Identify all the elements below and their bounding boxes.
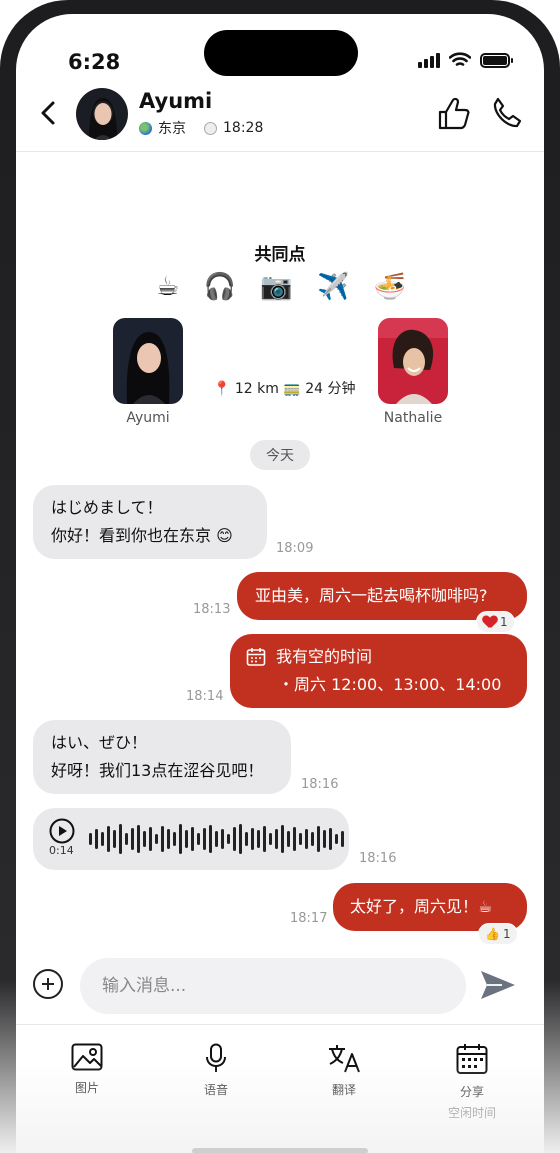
contact-location: 东京 (158, 121, 186, 137)
status-icons (418, 52, 513, 68)
reaction-count: 1 (502, 927, 511, 941)
reaction-badge[interactable]: 👍 1 (478, 923, 518, 945)
microphone-icon (206, 1043, 226, 1072)
common-interests-title: 共同点 (254, 245, 306, 265)
message-text: 亚由美，周六一起去喝杯咖啡吗? (255, 586, 488, 605)
message-text: 你好！看到你也在东京 😊 (51, 526, 233, 545)
voice-button[interactable]: 语音 (171, 1043, 261, 1098)
photo-button[interactable]: 图片 (42, 1043, 132, 1096)
contact-local-time: 18:28 (223, 120, 264, 136)
chat-header: Ayumi 东京 18:28 (16, 84, 544, 152)
availability-card[interactable]: 我有空的时间 ・周六 12:00、13:00、14:00 (230, 634, 527, 708)
message-timestamp: 18:16 (301, 777, 339, 792)
message-text: はじめまして！ (51, 498, 163, 517)
dynamic-island (204, 30, 358, 76)
message-bubble-incoming[interactable]: はい、ぜひ！ 好呀！我们13点在涩谷见吧！ (33, 720, 291, 794)
share-free-time-button[interactable]: 分享 空闲时间 (427, 1043, 517, 1121)
wifi-icon (449, 52, 471, 66)
contact-avatar[interactable] (76, 88, 128, 140)
home-indicator[interactable] (192, 1148, 368, 1153)
chat-screen: 6:28 Ayumi 东京 18:28 共同点 ☕ 🎧 📷 ✈️ 🍜 Ayumi… (16, 14, 544, 1153)
plus-icon (42, 978, 54, 990)
contact-name: Ayumi (139, 89, 213, 113)
translate-label: 翻译 (331, 1083, 356, 1097)
voice-waveform (89, 820, 344, 858)
phone-call-icon[interactable] (490, 96, 524, 130)
battery-icon (480, 53, 513, 68)
availability-title: 我有空的时间 (276, 647, 373, 666)
noodles-icon: 🍜 (373, 272, 406, 302)
camera-icon: 📷 (260, 272, 293, 302)
play-icon[interactable] (49, 818, 75, 844)
calendar-icon (246, 648, 266, 666)
profile-photo-ayumi[interactable] (113, 318, 183, 404)
message-text: はい、ぜひ！ (51, 733, 148, 752)
translate-button[interactable]: 翻译 (299, 1043, 389, 1098)
message-timestamp: 18:14 (186, 689, 224, 704)
share-sub-label: 空闲时间 (447, 1106, 496, 1120)
voice-label: 语音 (203, 1083, 228, 1097)
photo-label: 图片 (74, 1081, 99, 1095)
calendar-grid-icon (456, 1044, 488, 1074)
add-attachment-button[interactable] (33, 969, 63, 999)
message-timestamp: 18:17 (290, 911, 328, 926)
common-interests-row: ☕ 🎧 📷 ✈️ 🍜 (156, 272, 406, 302)
profile-name-right: Nathalie (383, 410, 443, 426)
reaction-badge[interactable]: 1 (476, 611, 515, 633)
date-separator: 今天 (250, 440, 310, 470)
coffee-icon: ☕ (156, 272, 180, 302)
send-icon[interactable] (478, 968, 518, 1002)
message-text: 太好了，周六见！☕ (350, 897, 493, 916)
cellular-signal-icon (418, 52, 440, 68)
globe-icon (139, 121, 152, 135)
message-text: 好呀！我们13点在涩谷见吧！ (51, 761, 264, 780)
profile-name-left: Ayumi (126, 410, 170, 426)
headphones-icon: 🎧 (203, 272, 236, 302)
share-label: 分享 (459, 1085, 484, 1099)
clock-icon (204, 121, 217, 135)
status-time: 6:28 (68, 50, 121, 74)
voice-duration: 0:14 (49, 844, 74, 857)
translate-icon (329, 1045, 360, 1073)
contact-meta: 东京 18:28 (139, 118, 263, 138)
airplane-icon: ✈️ (316, 272, 350, 302)
availability-detail: ・周六 12:00、13:00、14:00 (278, 675, 502, 694)
heart-icon (483, 616, 497, 629)
thumbs-up-reaction-icon: 👍 (485, 927, 500, 941)
profile-photo-nathalie[interactable] (378, 318, 448, 404)
message-input[interactable] (80, 958, 466, 1014)
back-arrow-icon[interactable] (34, 98, 64, 128)
message-timestamp: 18:13 (193, 602, 231, 617)
image-icon (71, 1043, 103, 1071)
message-bubble-incoming[interactable]: はじめまして！ 你好！看到你也在东京 😊 (33, 485, 267, 559)
reaction-count: 1 (500, 615, 508, 629)
distance-info: 📍 12 km 🚃 24 分钟 (213, 381, 356, 397)
message-timestamp: 18:16 (359, 851, 397, 866)
voice-message-bubble[interactable]: 0:14 (33, 808, 349, 870)
message-timestamp: 18:09 (276, 541, 314, 556)
bottom-toolbar: 图片 语音 翻译 分享 空闲时间 (16, 1024, 544, 1153)
thumbs-up-icon[interactable] (436, 96, 472, 132)
